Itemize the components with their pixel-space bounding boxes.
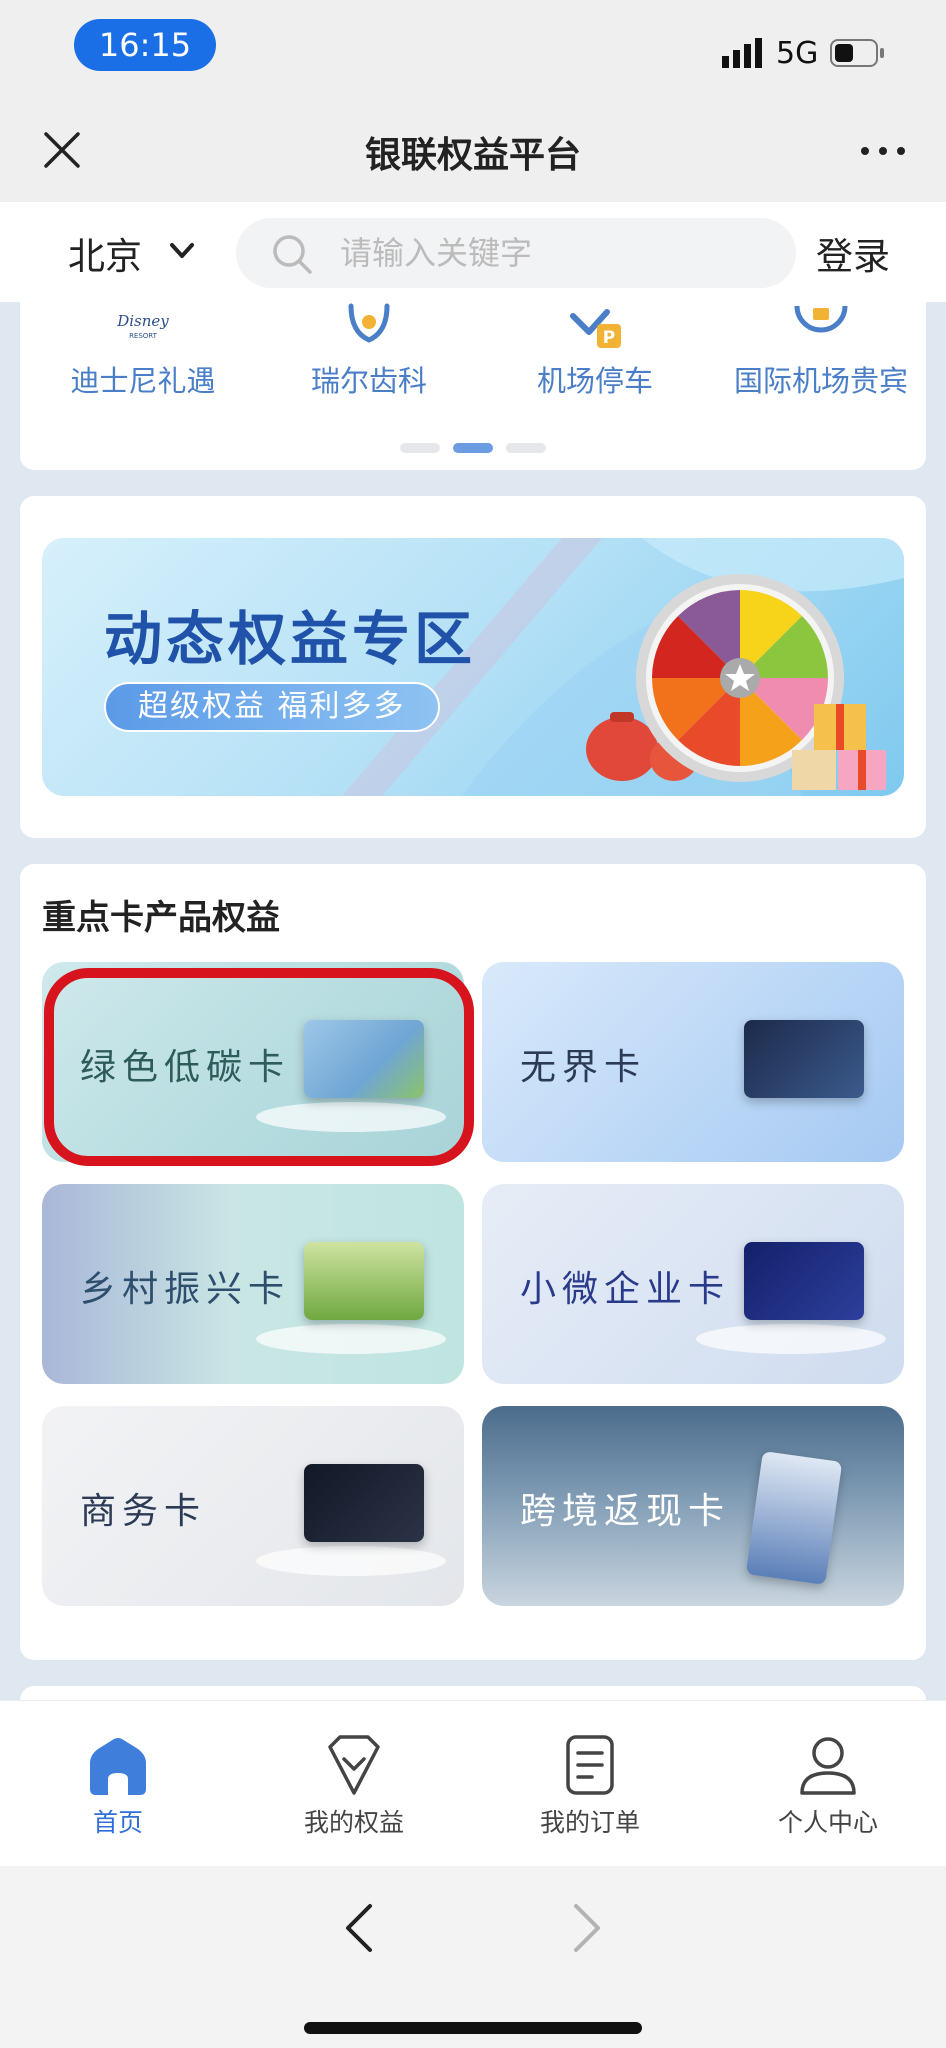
- small-business-card-image: [744, 1242, 864, 1320]
- product-label: 小微企业卡: [520, 1269, 731, 1310]
- svg-text:P: P: [603, 328, 615, 348]
- search-input[interactable]: [340, 218, 770, 288]
- search-box[interactable]: [236, 218, 796, 288]
- tab-label: 我的权益: [303, 1808, 404, 1837]
- shortcut-airport-vip[interactable]: 国际机场贵宾: [708, 302, 934, 414]
- city-selector[interactable]: 北京: [68, 226, 142, 280]
- banner-subtitle: 超级权益 福利多多: [104, 682, 440, 732]
- shortcut-parking[interactable]: P 机场停车: [482, 302, 708, 414]
- home-icon: [90, 1738, 146, 1795]
- carousel-dot-active: [453, 443, 493, 453]
- login-button[interactable]: 登录: [816, 226, 890, 280]
- section-title: 重点卡产品权益: [42, 898, 280, 938]
- disney-resort-logo: Disney RESORT: [116, 312, 169, 340]
- shortcut-label: 机场停车: [536, 364, 653, 398]
- shortcut-label: 国际机场贵宾: [733, 364, 908, 398]
- product-crossborder-cashback-card[interactable]: 跨境返现卡: [482, 1406, 904, 1606]
- tab-my-orders[interactable]: 我的订单: [472, 1733, 708, 1839]
- card-stand: [696, 1324, 886, 1354]
- product-label: 商务卡: [80, 1491, 207, 1532]
- tab-label: 个人中心: [777, 1808, 878, 1837]
- card-stand: [256, 1324, 446, 1354]
- shortcut-dental[interactable]: 瑞尔齿科: [256, 302, 482, 414]
- signal-icon: [722, 38, 762, 68]
- svg-text:Disney: Disney: [116, 312, 169, 330]
- title-bar: 银联权益平台: [0, 96, 946, 202]
- product-label: 无界卡: [520, 1047, 647, 1088]
- back-arrow-icon[interactable]: [340, 1900, 380, 1956]
- svg-text:RESORT: RESORT: [129, 332, 158, 340]
- page-title: 银联权益平台: [364, 135, 581, 176]
- wujie-card-image: [744, 1020, 864, 1098]
- airport-vip-icon: [794, 305, 848, 333]
- search-icon: [273, 235, 312, 274]
- browser-nav-bar: [0, 1866, 946, 2048]
- tab-my-benefits[interactable]: 我的权益: [236, 1733, 472, 1839]
- shortcut-disney[interactable]: Disney RESORT 迪士尼礼遇: [30, 302, 256, 414]
- card-stand: [256, 1102, 446, 1132]
- more-icon[interactable]: [858, 136, 908, 166]
- product-business-card[interactable]: 商务卡: [42, 1406, 464, 1606]
- crossborder-card-image: [745, 1451, 843, 1585]
- product-label: 乡村振兴卡: [80, 1269, 291, 1310]
- battery-icon: [830, 39, 884, 67]
- product-rural-card[interactable]: 乡村振兴卡: [42, 1184, 464, 1384]
- tab-profile[interactable]: 个人中心: [710, 1733, 946, 1839]
- carousel-dot: [399, 443, 440, 453]
- carousel-indicator: [20, 438, 926, 457]
- product-small-business-card[interactable]: 小微企业卡: [482, 1184, 904, 1384]
- banner-title: 动态权益专区: [104, 605, 477, 673]
- carousel-dot: [506, 443, 547, 453]
- tab-label: 首页: [92, 1808, 143, 1837]
- parking-icon: P: [570, 309, 621, 348]
- benefits-icon: [328, 1735, 380, 1795]
- product-label: 跨境返现卡: [520, 1491, 731, 1532]
- chevron-down-icon[interactable]: [168, 240, 196, 262]
- shortcut-label: 迪士尼礼遇: [70, 364, 216, 398]
- tab-label: 我的订单: [539, 1808, 640, 1837]
- shortcut-label: 瑞尔齿科: [310, 364, 427, 398]
- search-header: 北京 登录: [0, 202, 946, 302]
- product-wujie-card[interactable]: 无界卡: [482, 962, 904, 1162]
- prize-wheel-illustration: [586, 574, 886, 790]
- status-bar: 16:15 5G: [0, 0, 946, 96]
- orders-icon: [566, 1735, 614, 1795]
- forward-arrow-icon[interactable]: [566, 1900, 606, 1956]
- profile-icon: [800, 1737, 856, 1795]
- key-card-products-section: 重点卡产品权益 绿色低碳卡 无界卡 乡村振兴卡 小微企业卡 商务卡 跨境返现卡: [20, 864, 926, 1660]
- promo-section: 动态权益专区 超级权益 福利多多: [20, 496, 926, 838]
- product-label: 绿色低碳卡: [80, 1047, 291, 1088]
- green-card-image: [304, 1020, 424, 1098]
- card-stand: [256, 1546, 446, 1576]
- dynamic-benefits-banner[interactable]: 动态权益专区 超级权益 福利多多: [42, 538, 904, 796]
- tab-home[interactable]: 首页: [0, 1733, 236, 1839]
- bottom-tab-bar: 首页 我的权益 我的订单 个人中心: [0, 1700, 946, 1866]
- status-time: 16:15: [74, 19, 216, 71]
- product-green-lowcarbon-card[interactable]: 绿色低碳卡: [42, 962, 464, 1162]
- rural-card-image: [304, 1242, 424, 1320]
- home-indicator: [304, 2022, 642, 2034]
- network-type: 5G: [776, 36, 819, 71]
- tooth-icon: [348, 303, 390, 343]
- shortcut-panel: Disney RESORT 迪士尼礼遇 瑞尔齿科 P 机场停车 国际机场贵宾: [20, 302, 926, 470]
- business-card-image: [304, 1464, 424, 1542]
